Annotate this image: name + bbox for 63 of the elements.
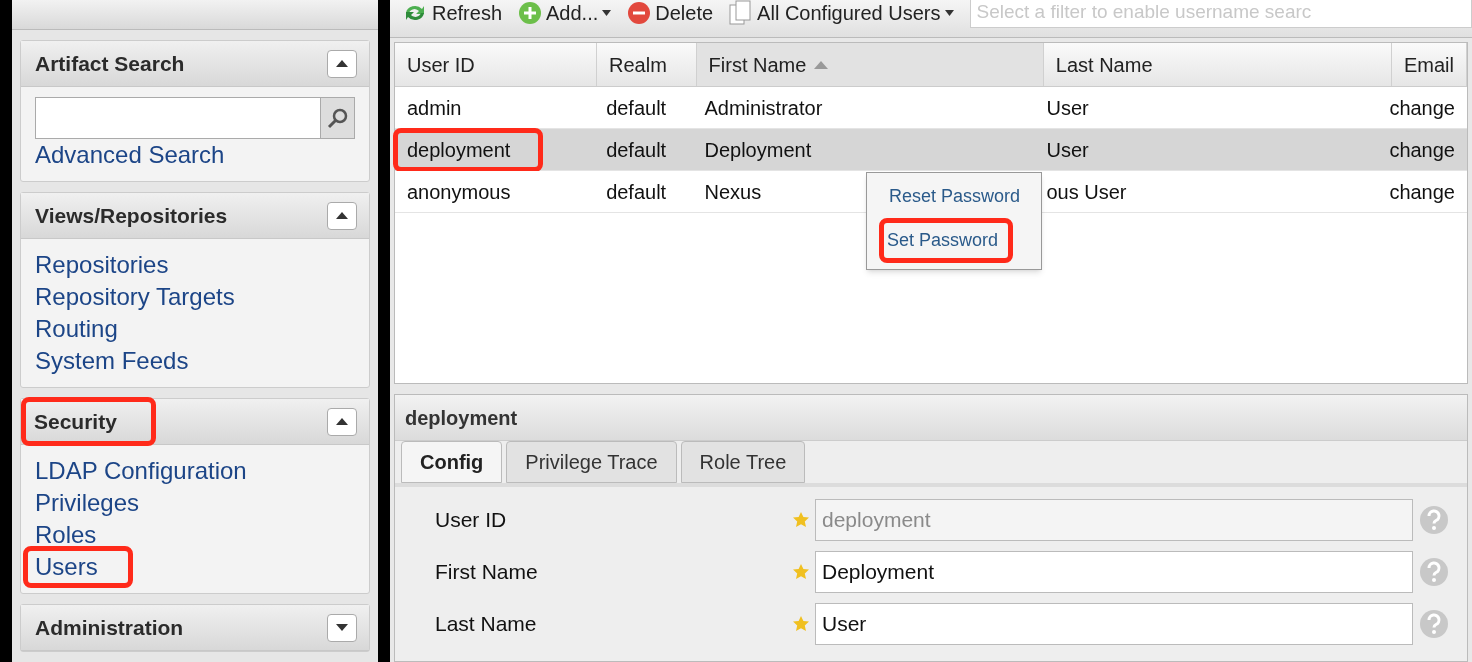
caret-icon	[602, 10, 612, 16]
caret-up-icon	[336, 418, 348, 425]
table-cell-text: Deployment	[704, 137, 812, 163]
column-header[interactable]: Realm	[597, 43, 697, 86]
tab[interactable]: Config	[401, 441, 503, 483]
column-header[interactable]: Last Name	[1043, 43, 1392, 86]
nav-link[interactable]: Advanced Search	[35, 139, 225, 171]
table-cell-text: User	[1046, 137, 1089, 163]
column-header[interactable]: User ID	[395, 43, 597, 86]
toolbar-button[interactable]: Delete	[627, 0, 714, 26]
section-title: Artifact Search	[34, 50, 186, 77]
search-icon[interactable]	[320, 98, 354, 138]
field-label: Last Name	[435, 611, 538, 638]
caret-icon	[944, 10, 954, 16]
table-cell-text: default	[606, 95, 667, 121]
table-cell-text: change	[1389, 137, 1455, 163]
plus-icon	[518, 1, 543, 25]
column-header[interactable]: First Name	[696, 43, 1044, 86]
table-cell-text: Administrator	[704, 95, 823, 121]
section-title: Views/Repositories	[34, 202, 229, 229]
nav-link[interactable]: LDAP Configuration	[35, 455, 247, 487]
table-cell-text: change	[1389, 179, 1455, 205]
toolbar-button[interactable]: Refresh	[402, 0, 503, 26]
menu-item[interactable]: Set Password	[879, 218, 1014, 263]
table-cell-text: admin	[407, 95, 462, 121]
details-title: deployment	[405, 405, 518, 431]
nav-link[interactable]: Privileges	[35, 487, 140, 519]
section-title: Security	[21, 396, 156, 447]
toolbar-button[interactable]: All Configured Users	[729, 0, 954, 26]
table-cell-text: User	[1046, 95, 1089, 121]
document-icon	[729, 0, 754, 26]
toolbar-button[interactable]: Add...	[518, 0, 612, 26]
column-header[interactable]: Email	[1392, 43, 1467, 86]
table-cell-text: ous User	[1046, 179, 1127, 205]
table-row[interactable]: deployment default Deployment User change	[395, 129, 1467, 171]
text-field[interactable]: Deployment	[815, 551, 1413, 593]
collapse-toggle[interactable]	[327, 613, 357, 642]
collapse-toggle[interactable]	[327, 407, 357, 436]
field-label: User ID	[435, 507, 508, 534]
section-title: Administration	[34, 614, 185, 641]
nav-link[interactable]: Repositories	[35, 249, 169, 281]
tab[interactable]: Privilege Trace	[506, 441, 677, 483]
nav-link[interactable]: Users	[23, 546, 133, 588]
collapse-toggle[interactable]	[327, 201, 357, 230]
field-label: First Name	[435, 559, 539, 586]
menu-item[interactable]: Reset Password	[887, 179, 1023, 214]
table-cell-text: Nexus	[704, 179, 762, 205]
search-field[interactable]	[35, 97, 355, 139]
text-field[interactable]: User	[815, 603, 1413, 645]
nav-link[interactable]: Routing	[35, 313, 118, 345]
nav-link[interactable]: System Feeds	[35, 345, 189, 377]
caret-up-icon	[336, 212, 348, 219]
table-cell-text: default	[606, 137, 667, 163]
caret-up-icon	[336, 60, 348, 67]
table-cell-text: change	[1389, 95, 1455, 121]
tab[interactable]: Role Tree	[680, 441, 806, 483]
collapse-toggle[interactable]	[327, 49, 357, 78]
sort-ascending-icon	[814, 60, 829, 69]
table-cell-text: default	[606, 179, 667, 205]
table-cell-text: anonymous	[407, 179, 511, 205]
minus-icon	[627, 1, 652, 25]
caret-down-icon	[336, 624, 348, 631]
nav-link[interactable]: Repository Targets	[35, 281, 235, 313]
